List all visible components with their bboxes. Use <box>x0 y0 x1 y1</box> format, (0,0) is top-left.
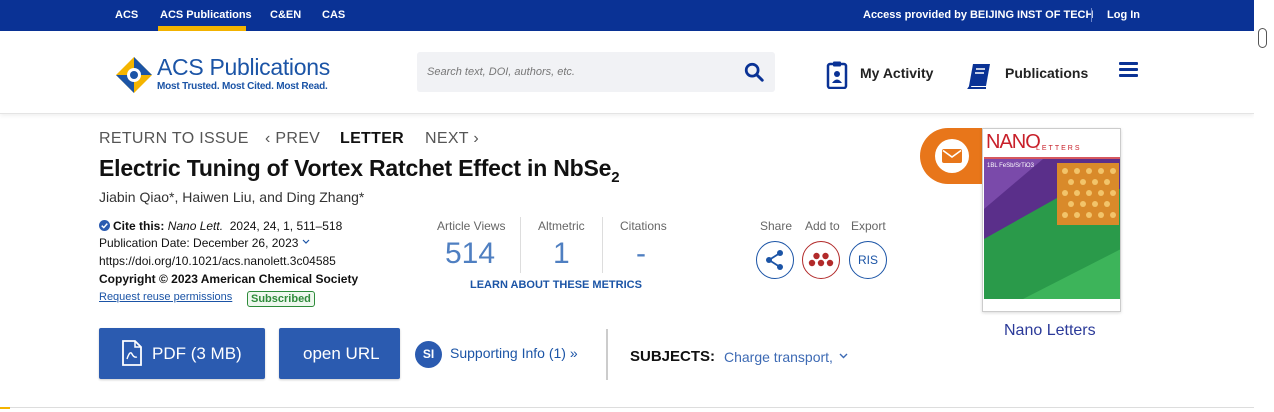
subjects-separator <box>606 329 608 380</box>
search-icon[interactable] <box>743 61 765 83</box>
scrollbar-thumb[interactable] <box>1258 28 1267 48</box>
subject-value-text: Charge transport, <box>724 349 833 365</box>
share-button[interactable] <box>756 241 794 279</box>
publication-date-text: Publication Date: December 26, 2023 <box>99 236 299 250</box>
topbar-link-cen[interactable]: C&EN <box>270 9 301 21</box>
topbar-link-acs-publications[interactable]: ACS Publications <box>160 9 252 21</box>
citations-value: - <box>636 237 646 270</box>
clipboard-user-icon <box>826 61 848 89</box>
search-bar <box>417 52 775 92</box>
accent-mark <box>0 407 10 409</box>
book-icon <box>967 64 990 89</box>
article-title: Electric Tuning of Vortex Ratchet Effect… <box>99 155 620 186</box>
journal-cover-image[interactable]: NANO LETTERS 1BL FeSb/SrTiO3 <box>982 128 1121 312</box>
prev-article-link[interactable]: ‹ PREV <box>265 130 320 148</box>
article-views-label: Article Views <box>437 219 506 233</box>
topbar-link-cas[interactable]: CAS <box>322 9 345 21</box>
publication-date[interactable]: Publication Date: December 26, 2023 <box>99 236 310 250</box>
add-to-label: Add to <box>805 219 840 233</box>
request-reuse-permissions-link[interactable]: Request reuse permissions <box>99 291 232 303</box>
cite-this-line[interactable]: Cite this: Nano Lett. 2024, 24, 1, 511–5… <box>99 219 342 233</box>
title-subscript: 2 <box>611 169 620 186</box>
topbar-separator <box>1091 8 1092 22</box>
article-type-label: LETTER <box>340 130 405 147</box>
return-to-issue-link[interactable]: RETURN TO ISSUE <box>99 130 249 148</box>
acs-diamond-logo-icon <box>116 57 152 93</box>
export-label: Export <box>851 219 886 233</box>
subject-charge-transport[interactable]: Charge transport, <box>724 349 848 365</box>
subscribed-badge: Subscribed <box>247 291 315 307</box>
logo-title: ACS Publications <box>157 54 330 80</box>
supporting-info-link[interactable]: Supporting Info (1) » <box>450 345 578 361</box>
cover-subtitle: LETTERS <box>1036 145 1082 152</box>
pdf-download-button[interactable]: PDF (3 MB) <box>99 328 265 379</box>
cover-artwork <box>983 129 1120 311</box>
ris-label: RIS <box>857 253 878 267</box>
login-link[interactable]: Log In <box>1107 9 1140 21</box>
share-icon <box>766 250 783 270</box>
cite-details: 2024, 24, 1, 511–518 <box>229 219 343 233</box>
email-icon-circle <box>935 139 969 173</box>
hamburger-menu-icon[interactable] <box>1119 62 1139 80</box>
logo-tagline: Most Trusted. Most Cited. Most Read. <box>157 81 328 92</box>
cite-journal: Nano Lett. <box>167 219 224 233</box>
supporting-info-badge[interactable]: SI <box>415 341 442 368</box>
article-authors[interactable]: Jiabin Qiao*, Haiwen Liu, and Ding Zhang… <box>99 189 364 205</box>
scrollbar[interactable] <box>1254 0 1274 412</box>
cover-caption: 1BL FeSb/SrTiO3 <box>987 163 1034 169</box>
chevron-down-icon <box>302 239 310 244</box>
pdf-file-icon <box>122 340 142 366</box>
topbar-link-acs[interactable]: ACS <box>115 9 138 21</box>
mendeley-icon <box>808 252 834 267</box>
export-ris-button[interactable]: RIS <box>849 241 887 279</box>
cite-label: Cite this: <box>113 219 165 233</box>
search-input[interactable] <box>427 62 727 82</box>
doi-link[interactable]: https://doi.org/10.1021/acs.nanolett.3c0… <box>99 254 336 268</box>
altmetric-label: Altmetric <box>538 219 585 233</box>
share-label: Share <box>760 219 793 233</box>
open-url-label: open URL <box>303 344 380 363</box>
copyright-text: Copyright © 2023 American Chemical Socie… <box>99 272 359 286</box>
altmetric-value[interactable]: 1 <box>553 237 570 271</box>
metrics-divider <box>602 217 603 273</box>
metrics-divider <box>520 217 521 273</box>
article-views-value: 514 <box>445 237 496 270</box>
journal-name-link[interactable]: Nano Letters <box>1004 322 1096 340</box>
citations-label: Citations <box>620 219 667 233</box>
add-to-mendeley-button[interactable] <box>802 241 840 279</box>
email-alert-tab[interactable] <box>920 128 990 184</box>
envelope-icon <box>942 149 962 163</box>
site-header: ACS Publications Most Trusted. Most Cite… <box>0 31 1254 114</box>
page-divider <box>0 407 1254 409</box>
publications-label: Publications <box>1005 65 1089 81</box>
check-circle-icon <box>99 220 110 231</box>
cover-title: NANO <box>986 131 1041 153</box>
next-article-link[interactable]: NEXT › <box>425 130 479 148</box>
my-activity-label: My Activity <box>860 65 934 81</box>
access-provided-text: Access provided by BEIJING INST OF TECH <box>863 9 1094 21</box>
pdf-button-label: PDF (3 MB) <box>152 344 242 363</box>
learn-about-metrics-link[interactable]: LEARN ABOUT THESE METRICS <box>470 279 642 291</box>
open-url-button[interactable]: open URL <box>279 328 400 379</box>
chevron-down-icon[interactable] <box>839 353 848 359</box>
top-bar: ACS ACS Publications C&EN CAS Access pro… <box>0 0 1254 31</box>
title-text: Electric Tuning of Vortex Ratchet Effect… <box>99 155 612 181</box>
subjects-label: SUBJECTS: <box>630 348 716 365</box>
